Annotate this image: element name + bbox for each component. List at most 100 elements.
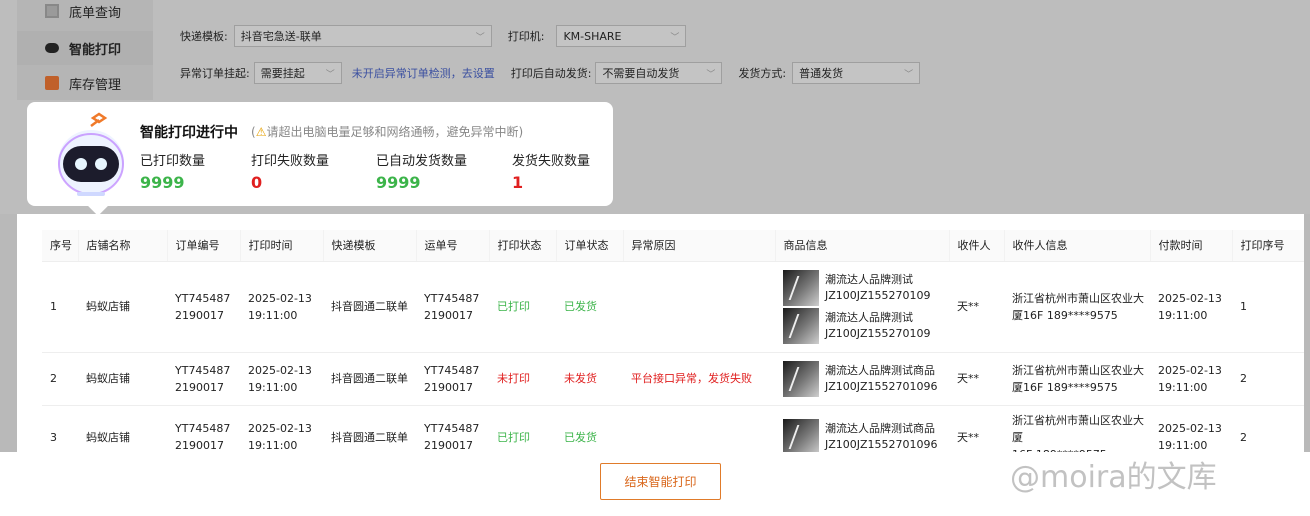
waybill-number: YT745487 2190017	[416, 261, 489, 353]
printer-select[interactable]: KM-SHARE ﹀	[556, 25, 687, 47]
recipient-address: 浙江省杭州市萧山区农业大厦 16F 189****9575	[1004, 405, 1150, 452]
chevron-down-icon: ﹀	[904, 69, 914, 80]
column-header[interactable]: 店铺名称	[78, 230, 168, 262]
payment-time: 2025-02-13 19:11:00	[1150, 261, 1232, 353]
order-status: 已发货	[556, 261, 623, 353]
order-number: YT745487 2190017	[167, 352, 240, 406]
popup-title: 智能打印进行中	[140, 125, 238, 141]
stat-label: 已打印数量	[140, 154, 206, 169]
order-number: YT745487 2190017	[167, 405, 240, 452]
column-header[interactable]: 商品信息	[775, 230, 950, 262]
table-row[interactable]: 2 蚂蚁店铺 YT745487 2190017 2025-02-13 19:11:00…	[42, 352, 1304, 406]
row-index: 3	[42, 405, 78, 452]
autoship-label: 打印后自动发货:	[510, 67, 592, 80]
order-status: 已发货	[556, 405, 623, 452]
recipient: 天**	[949, 405, 1004, 452]
note-text: 请超出电脑电量足够和网络通畅，避免异常中断)	[266, 125, 524, 139]
product-item[interactable]: 潮流达人品牌测试商品 JZ100JZ1552701096	[783, 360, 949, 397]
template-select[interactable]: 抖音宅急送-联单 ﹀	[233, 25, 492, 47]
column-header[interactable]: 订单状态	[556, 230, 624, 262]
sidebar-item-label: 底单查询	[69, 5, 122, 21]
column-header[interactable]: 序号	[42, 230, 79, 262]
row-index: 1	[42, 261, 78, 353]
column-header[interactable]: 快递模板	[323, 230, 417, 262]
column-header[interactable]: 打印状态	[489, 230, 557, 262]
column-header[interactable]: 收件人信息	[1004, 230, 1151, 262]
robot-icon	[45, 43, 59, 53]
product-item[interactable]: 潮流达人品牌测试商品 JZ100JZ1552701096	[783, 419, 949, 452]
stat-value: 1	[512, 173, 524, 192]
orders-table: 序号 店铺名称 订单编号 打印时间 快递模板 运单号 打印状态 订单状态 异常原…	[42, 230, 1304, 452]
recipient: 天**	[949, 352, 1004, 406]
footer-bar: 结束智能打印 @moira的文库	[0, 452, 1310, 516]
sidebar-item-receipt-query[interactable]: 底单查询	[17, 0, 153, 28]
print-status: 未打印	[489, 352, 556, 406]
print-settings-form: 快递模板: 抖音宅急送-联单 ﹀ 打印机: KM-SHARE ﹀ 异常订单挂起:…	[163, 14, 1310, 100]
product-info: 潮流达人品牌测试商品 JZ100JZ1552701096	[775, 352, 949, 406]
printer-label: 打印机:	[507, 30, 545, 43]
sidebar-item-inventory[interactable]: 库存管理	[17, 66, 153, 100]
express-template: 抖音圆通二联单	[323, 261, 416, 353]
payment-time: 2025-02-13 19:11:00	[1150, 405, 1232, 452]
robot-mascot-icon	[55, 112, 127, 200]
recipient: 天**	[949, 261, 1004, 353]
product-name: 潮流达人品牌测试商品 JZ100JZ1552701096	[825, 363, 938, 393]
column-header[interactable]: 运单号	[416, 230, 490, 262]
chevron-down-icon: ﹀	[325, 69, 335, 80]
stat-label: 发货失败数量	[512, 154, 591, 169]
payment-time: 2025-02-13 19:11:00	[1150, 352, 1232, 406]
chevron-down-icon: ﹀	[670, 32, 680, 43]
recipient-address: 浙江省杭州市萧山区农业大 厦16F 189****9575	[1004, 352, 1150, 406]
shipmode-select[interactable]: 普通发货 ﹀	[792, 62, 921, 84]
sidebar-item-smart-print[interactable]: 智能打印	[17, 31, 153, 65]
exception-reason	[623, 261, 775, 353]
sidebar-item-label: 智能打印	[69, 42, 122, 58]
product-thumbnail	[783, 307, 819, 344]
exception-settings-link[interactable]: 未开启异常订单检测，去设置	[352, 65, 495, 81]
sidebar-item-label: 库存管理	[69, 77, 122, 93]
orders-table-container: 序号 店铺名称 订单编号 打印时间 快递模板 运单号 打印状态 订单状态 异常原…	[17, 214, 1304, 452]
table-row[interactable]: 1 蚂蚁店铺 YT745487 2190017 2025-02-13 19:11:00…	[42, 261, 1304, 353]
column-header[interactable]: 订单编号	[167, 230, 241, 262]
product-thumbnail	[783, 360, 819, 397]
column-header[interactable]: 打印序号	[1232, 230, 1304, 262]
stat-value: 0	[251, 173, 263, 192]
stat-print-failed: 打印失败数量 0	[251, 150, 329, 192]
order-status: 未发货	[556, 352, 623, 406]
watermark: @moira的文库	[1010, 460, 1217, 495]
shop-name: 蚂蚁店铺	[78, 261, 167, 353]
column-header[interactable]: 异常原因	[623, 230, 776, 262]
print-status: 已打印	[489, 261, 556, 353]
stat-auto-shipped: 已自动发货数量 9999	[376, 150, 467, 192]
table-row[interactable]: 3 蚂蚁店铺 YT745487 2190017 2025-02-13 19:11:00…	[42, 405, 1304, 452]
waybill-number: YT745487 2190017	[416, 405, 489, 452]
autoship-select[interactable]: 不需要自动发货 ﹀	[595, 62, 723, 84]
warning-icon: ⚠	[255, 125, 267, 139]
product-item[interactable]: 潮流达人品牌测试 JZ100JZ155270109	[783, 269, 949, 306]
column-header[interactable]: 付款时间	[1150, 230, 1233, 262]
autoship-value: 不需要自动发货	[602, 67, 680, 80]
exception-value: 需要挂起	[260, 67, 305, 80]
stat-label: 打印失败数量	[251, 154, 330, 169]
shipmode-label: 发货方式:	[738, 67, 787, 80]
smart-print-status-popup: 智能打印进行中 (⚠请超出电脑电量足够和网络通畅，避免异常中断) 已打印数量 9…	[27, 102, 613, 216]
exception-reason: 平台接口异常，发货失败	[623, 352, 775, 406]
product-info: 潮流达人品牌测试商品 JZ100JZ1552701096	[775, 405, 949, 452]
column-header[interactable]: 打印时间	[240, 230, 324, 262]
end-smart-print-button[interactable]: 结束智能打印	[600, 463, 721, 500]
receipt-icon	[45, 4, 59, 18]
template-value: 抖音宅急送-联单	[240, 30, 322, 43]
column-header[interactable]: 收件人	[949, 230, 1005, 262]
stat-ship-failed: 发货失败数量 1	[512, 150, 590, 192]
print-time: 2025-02-13 19:11:00	[240, 405, 323, 452]
product-info: 潮流达人品牌测试 JZ100JZ155270109 潮流达人品牌测试 JZ100J…	[775, 261, 949, 353]
exception-select[interactable]: 需要挂起 ﹀	[253, 62, 342, 84]
express-template: 抖音圆通二联单	[323, 352, 416, 406]
chevron-down-icon: ﹀	[706, 69, 716, 80]
product-item[interactable]: 潮流达人品牌测试 JZ100JZ155270109	[783, 307, 949, 344]
shipmode-value: 普通发货	[799, 67, 844, 80]
sidebar: 底单查询 智能打印 库存管理	[17, 0, 153, 100]
stat-value: 9999	[376, 173, 421, 192]
print-status: 已打印	[489, 405, 556, 452]
popup-note: (⚠请超出电脑电量足够和网络通畅，避免异常中断)	[251, 123, 523, 140]
